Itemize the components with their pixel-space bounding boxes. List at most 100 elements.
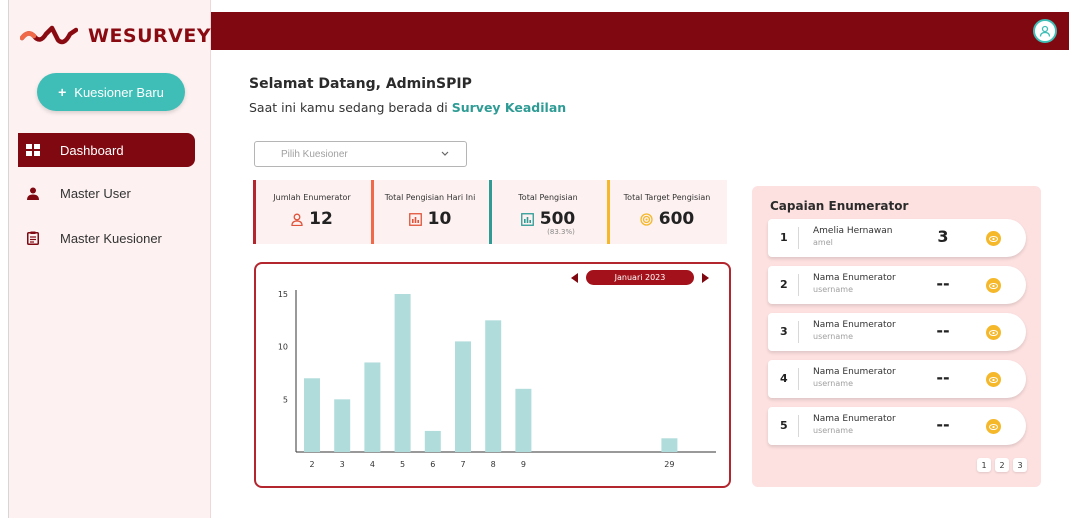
stat-value: 500 bbox=[539, 209, 576, 229]
chart-bar bbox=[304, 378, 320, 452]
enumerator-score: -- bbox=[936, 368, 950, 387]
rank-number: 4 bbox=[780, 372, 788, 385]
dashboard-icon bbox=[26, 143, 40, 157]
capaian-enumerator-panel: Capaian Enumerator 1 Amelia Hernawan ame… bbox=[752, 186, 1041, 487]
eye-icon[interactable] bbox=[986, 419, 1001, 434]
divider bbox=[798, 321, 799, 343]
y-tick-label: 10 bbox=[278, 343, 288, 352]
stat-value: 12 bbox=[309, 209, 333, 229]
x-tick-label: 6 bbox=[430, 460, 435, 469]
sidebar-item-master-kuesioner[interactable]: Master Kuesioner bbox=[18, 221, 195, 255]
month-navigator: Januari 2023 bbox=[571, 270, 709, 285]
chart-bar bbox=[334, 399, 351, 452]
month-selector[interactable]: Januari 2023 bbox=[586, 270, 694, 285]
stat-label: Total Target Pengisian bbox=[623, 193, 711, 202]
survey-name: Survey Keadilan bbox=[451, 100, 567, 115]
plus-icon: + bbox=[58, 84, 67, 100]
questionnaire-select-placeholder: Pilih Kuesioner bbox=[281, 148, 348, 160]
enumerator-username: amel bbox=[813, 238, 833, 247]
sidebar-item-dashboard[interactable]: Dashboard bbox=[18, 133, 195, 167]
x-tick-label: 5 bbox=[400, 460, 405, 469]
enumerator-name: Nama Enumerator bbox=[813, 367, 896, 377]
enumerator-username: username bbox=[813, 332, 853, 341]
next-month-icon[interactable] bbox=[702, 272, 709, 283]
chart-bar bbox=[394, 294, 411, 452]
rank-number: 1 bbox=[780, 231, 788, 244]
list-item: 1 Amelia Hernawan amel 3 bbox=[768, 219, 1026, 257]
page-title: Selamat Datang, AdminSPIP bbox=[249, 76, 472, 92]
chart-panel: 5 10 15 2 3 4 5 6 7 8 9 29 Januari 2023 bbox=[254, 262, 731, 488]
chart-bar bbox=[424, 430, 441, 452]
subtitle-prefix: Saat ini kamu sedang berada di bbox=[249, 100, 448, 115]
enumerator-name: Amelia Hernawan bbox=[813, 226, 893, 236]
page-button-2[interactable]: 2 bbox=[995, 458, 1009, 472]
x-tick-label: 7 bbox=[460, 460, 465, 469]
enumerator-username: username bbox=[813, 379, 853, 388]
enumerator-score: -- bbox=[936, 415, 950, 434]
enumerator-name: Nama Enumerator bbox=[813, 320, 896, 330]
x-tick-label: 3 bbox=[340, 460, 345, 469]
user-avatar-icon[interactable] bbox=[1033, 19, 1057, 43]
rank-number: 5 bbox=[780, 419, 788, 432]
capaian-title: Capaian Enumerator bbox=[770, 199, 909, 213]
eye-icon[interactable] bbox=[986, 325, 1001, 340]
eye-icon[interactable] bbox=[986, 372, 1001, 387]
x-tick-label: 4 bbox=[370, 460, 375, 469]
enumerator-score: 3 bbox=[937, 227, 949, 246]
sidebar-item-master-user[interactable]: Master User bbox=[18, 176, 195, 210]
calendar-chart-icon bbox=[408, 212, 422, 226]
user-icon bbox=[26, 186, 40, 200]
stat-value: 600 bbox=[658, 209, 695, 229]
sidebar: WESURVEY + Kuesioner Baru Dashboard Mast… bbox=[0, 0, 211, 518]
brand-name: WESURVEY bbox=[88, 25, 212, 47]
sidebar-item-label: Master User bbox=[60, 185, 131, 201]
logo-wave-icon bbox=[20, 25, 78, 45]
page-button-3[interactable]: 3 bbox=[1013, 458, 1027, 472]
stat-value-wrap: 600 bbox=[607, 209, 727, 229]
chart-bar bbox=[515, 388, 532, 452]
user-icon bbox=[291, 213, 303, 226]
target-icon bbox=[640, 212, 653, 226]
bar-chart-icon bbox=[520, 212, 534, 226]
stat-note: (83.3%) bbox=[547, 228, 575, 236]
questionnaire-select[interactable]: Pilih Kuesioner bbox=[254, 141, 467, 167]
x-tick-label: 8 bbox=[491, 460, 496, 469]
clipboard-icon bbox=[26, 231, 40, 245]
x-tick-label: 2 bbox=[309, 460, 314, 469]
chart-bar bbox=[455, 341, 471, 452]
new-questionnaire-button[interactable]: + Kuesioner Baru bbox=[37, 73, 185, 111]
enumerator-name: Nama Enumerator bbox=[813, 273, 896, 283]
y-tick-label: 15 bbox=[278, 290, 288, 299]
x-tick-label: 29 bbox=[664, 460, 674, 469]
stat-label: Total Pengisian bbox=[518, 193, 578, 202]
logo[interactable]: WESURVEY bbox=[20, 18, 211, 54]
enumerator-name: Nama Enumerator bbox=[813, 414, 896, 424]
enumerator-score: -- bbox=[936, 321, 950, 340]
list-item: 5 Nama Enumerator username -- bbox=[768, 407, 1026, 445]
page-button-1[interactable]: 1 bbox=[977, 458, 991, 472]
pagination: 1 2 3 bbox=[973, 458, 1027, 472]
rank-number: 2 bbox=[780, 278, 788, 291]
stat-label: Jumlah Enumerator bbox=[273, 193, 351, 202]
x-tick-label: 9 bbox=[521, 460, 526, 469]
page-subtitle: Saat ini kamu sedang berada di Survey Ke… bbox=[249, 100, 566, 115]
divider bbox=[798, 415, 799, 437]
stat-value-wrap: 500 bbox=[489, 209, 607, 229]
stat-pengisian-hari-ini: Total Pengisian Hari Ini 10 bbox=[371, 180, 489, 244]
stat-total-pengisian: Total Pengisian 500 (83.3%) bbox=[489, 180, 607, 244]
eye-icon[interactable] bbox=[986, 278, 1001, 293]
chart-bar bbox=[364, 362, 381, 452]
enumerator-score: -- bbox=[936, 274, 950, 293]
rank-number: 3 bbox=[780, 325, 788, 338]
enumerator-username: username bbox=[813, 285, 853, 294]
eye-icon[interactable] bbox=[986, 231, 1001, 246]
list-item: 2 Nama Enumerator username -- bbox=[768, 266, 1026, 304]
chart-bar bbox=[485, 320, 502, 452]
prev-month-icon[interactable] bbox=[571, 272, 578, 283]
enumerator-username: username bbox=[813, 426, 853, 435]
stats-row: Jumlah Enumerator 12 Total Pengisian Har… bbox=[253, 180, 727, 244]
stat-value-wrap: 10 bbox=[371, 209, 489, 229]
chart-bar bbox=[661, 438, 678, 452]
list-item: 3 Nama Enumerator username -- bbox=[768, 313, 1026, 351]
stat-target-pengisian: Total Target Pengisian 600 bbox=[607, 180, 727, 244]
